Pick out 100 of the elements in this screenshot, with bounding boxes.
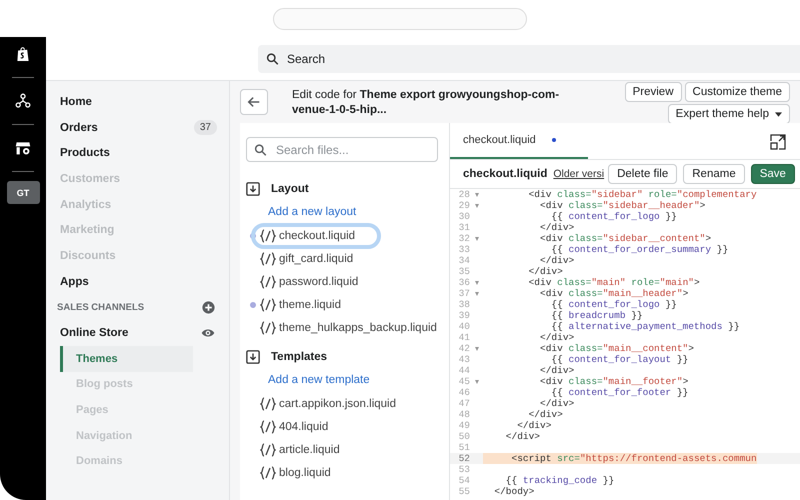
code-text: </div> bbox=[528, 266, 563, 277]
add-icon[interactable] bbox=[202, 300, 215, 314]
editor-button[interactable]: Delete file bbox=[608, 164, 678, 184]
code-text: </div> bbox=[539, 398, 574, 409]
page-title: Edit code for Theme export growyoungshop-com-venue-1-0-5-hip... bbox=[292, 88, 560, 118]
nav-item[interactable]: Products bbox=[60, 140, 221, 166]
file-item[interactable]: checkout.liquid bbox=[251, 222, 382, 248]
file-item[interactable]: theme_hulkapps_backup.liquid bbox=[251, 314, 446, 340]
help-dropdown-button[interactable]: Expert theme help bbox=[668, 104, 790, 124]
line-number: 47 bbox=[458, 398, 471, 409]
nav-subitem[interactable]: Themes bbox=[60, 346, 193, 372]
code-text: </div> bbox=[539, 332, 574, 343]
file-item[interactable]: password.liquid bbox=[251, 268, 368, 294]
nav-item[interactable]: Online Store bbox=[60, 327, 128, 340]
editor-tab[interactable]: checkout.liquid bbox=[450, 123, 588, 159]
file-item[interactable]: article.liquid bbox=[251, 436, 349, 462]
line-number: 38 bbox=[458, 299, 471, 310]
folder-title[interactable]: Layout bbox=[271, 183, 309, 195]
line-number: 43 bbox=[458, 354, 471, 365]
line-number: 28 bbox=[450, 189, 483, 200]
store-gear-icon[interactable] bbox=[15, 140, 31, 156]
line-number: 49 bbox=[458, 420, 471, 431]
line-number: 39 bbox=[458, 310, 471, 321]
nav-item[interactable]: Home bbox=[60, 89, 221, 115]
code-text: </div> bbox=[539, 255, 574, 266]
line-number: 44 bbox=[458, 365, 471, 376]
header-button[interactable]: Preview bbox=[624, 82, 682, 102]
line-number: 48 bbox=[458, 409, 471, 420]
code-text: </div> bbox=[516, 420, 552, 431]
code-text: {{ content_for_order_summary }} bbox=[550, 244, 728, 255]
code-text: </div> bbox=[528, 409, 563, 420]
code-file-icon bbox=[260, 396, 276, 410]
file-item[interactable]: cart.appikon.json.liquid bbox=[251, 390, 405, 416]
line-number: 36 bbox=[450, 277, 483, 288]
shopping-bag-logo-icon[interactable] bbox=[16, 46, 30, 62]
line-number: 53 bbox=[458, 464, 471, 475]
line-number: 33 bbox=[458, 244, 471, 255]
code-text: <div class="sidebar__header"> bbox=[539, 200, 706, 211]
older-versions-link[interactable]: Older versi bbox=[553, 168, 604, 180]
line-number: 51 bbox=[458, 442, 471, 453]
nav-item[interactable]: Apps bbox=[60, 268, 221, 294]
code-text: {{ tracking_code }} bbox=[504, 475, 614, 486]
file-item[interactable]: theme.liquid bbox=[251, 292, 350, 318]
code-file-icon bbox=[260, 466, 276, 480]
code-text: <div class="main__header"> bbox=[539, 288, 688, 299]
code-text: </div> bbox=[539, 222, 574, 233]
code-text: {{ content_for_footer }} bbox=[550, 387, 688, 398]
code-file-icon bbox=[260, 228, 276, 242]
arrow-left-icon bbox=[247, 95, 261, 109]
code-text: </body> bbox=[493, 486, 534, 497]
folder-title[interactable]: Templates bbox=[271, 351, 328, 363]
editor-button[interactable]: Save bbox=[750, 164, 795, 184]
file-item[interactable]: blog.liquid bbox=[251, 460, 340, 486]
editor-button[interactable]: Rename bbox=[683, 164, 745, 184]
file-item[interactable]: gift_card.liquid bbox=[251, 246, 362, 272]
code-text: {{ alternative_payment_methods }} bbox=[550, 321, 740, 332]
file-item[interactable]: 404.liquid bbox=[251, 414, 338, 440]
line-number: 31 bbox=[458, 222, 471, 233]
line-number: 42 bbox=[450, 343, 483, 354]
code-text: <script src="https://frontend-assets.commun bbox=[483, 453, 757, 464]
line-number: 55 bbox=[458, 486, 471, 497]
line-number: 46 bbox=[458, 387, 471, 398]
file-name: checkout.liquid bbox=[463, 168, 548, 180]
code-text: {{ content_for_logo }} bbox=[550, 211, 677, 222]
section-heading: SALES CHANNELS bbox=[57, 302, 144, 313]
code-text: <div class="sidebar" role="complementary bbox=[528, 189, 757, 200]
code-file-icon bbox=[260, 274, 276, 288]
line-number: 54 bbox=[458, 475, 471, 486]
search-field[interactable]: Search bbox=[258, 44, 800, 72]
code-file-icon bbox=[260, 320, 276, 334]
store-avatar[interactable]: GT bbox=[6, 181, 40, 204]
back-button[interactable] bbox=[240, 89, 268, 115]
code-file-icon bbox=[260, 420, 276, 434]
line-number: 35 bbox=[458, 266, 471, 277]
add-file-link[interactable]: Add a new template bbox=[268, 369, 449, 392]
line-number: 41 bbox=[458, 332, 471, 343]
code-text: <div class="main__content"> bbox=[539, 343, 694, 354]
code-file-icon bbox=[260, 298, 276, 312]
count-badge: 37 bbox=[194, 120, 217, 136]
connected-nodes-icon[interactable] bbox=[15, 93, 31, 109]
line-number: 30 bbox=[458, 211, 471, 222]
add-file-link[interactable]: Add a new layout bbox=[268, 201, 449, 224]
code-text: </div> bbox=[539, 365, 574, 376]
expand-icon[interactable] bbox=[770, 134, 786, 150]
line-number: 37 bbox=[450, 288, 483, 299]
code-text: {{ breadcrumb }} bbox=[550, 310, 643, 321]
line-number: 45 bbox=[450, 376, 483, 387]
nav-item[interactable]: Orders 37 bbox=[60, 114, 221, 140]
code-text: <div class="main" role="main"> bbox=[528, 277, 700, 288]
code-text: <div class="sidebar__content"> bbox=[539, 233, 712, 244]
address-field[interactable] bbox=[273, 8, 527, 30]
header-button[interactable]: Customize theme bbox=[684, 82, 790, 102]
code-file-icon bbox=[260, 252, 276, 266]
folder-download-icon bbox=[246, 350, 260, 364]
line-number: 52 bbox=[458, 453, 471, 464]
eye-icon[interactable] bbox=[201, 328, 215, 338]
code-text: {{ content_for_logo }} bbox=[550, 299, 677, 310]
line-number: 34 bbox=[458, 255, 471, 266]
file-search-field[interactable]: Search files... bbox=[246, 137, 438, 162]
code-text: <div class="main__footer"> bbox=[539, 376, 688, 387]
